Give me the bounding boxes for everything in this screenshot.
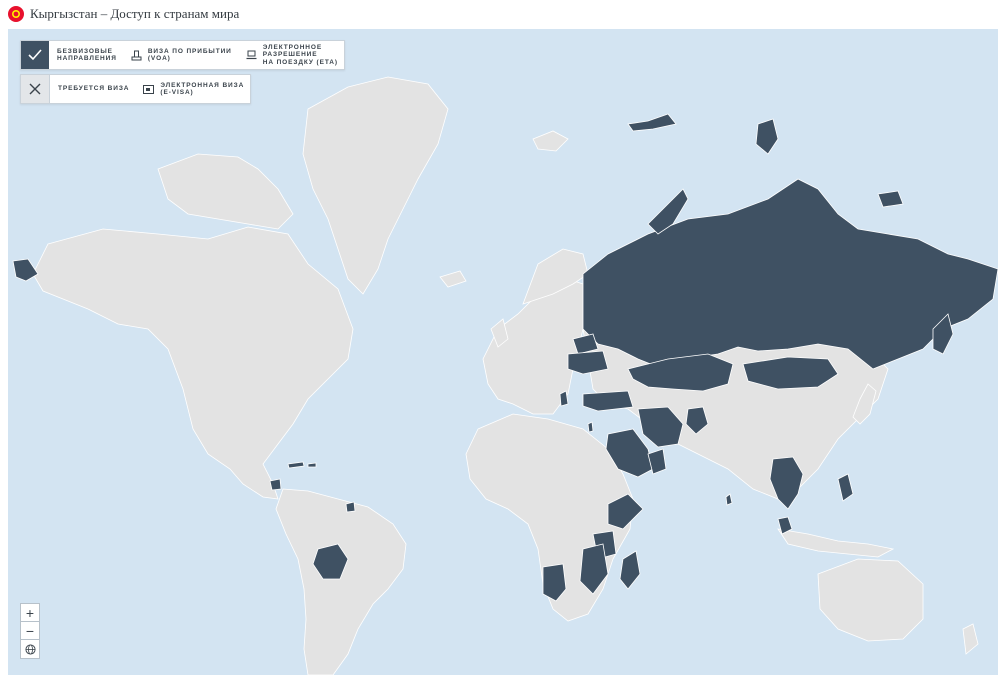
legend-label: Электронное разрешение на поездку (ETA) <box>262 43 338 66</box>
country-madagascar <box>619 550 641 590</box>
reset-view-button[interactable] <box>21 640 39 658</box>
legend-item-eta[interactable]: Электронное разрешение на поездку (ETA) <box>238 41 344 69</box>
stamp-icon <box>131 50 142 60</box>
land-new-zealand <box>962 623 979 655</box>
country-ukraine <box>567 350 609 375</box>
legend-item-evisa[interactable]: Электронная виза (E-VISA) <box>135 75 250 103</box>
world-map-canvas[interactable] <box>8 29 998 675</box>
land-north-america <box>32 226 354 500</box>
page-title: Кыргызстан – Доступ к странам мира <box>30 6 240 21</box>
country-caribbean <box>307 462 317 468</box>
header-bar: Кыргызстан – Доступ к странам мира <box>0 0 1000 28</box>
country-suriname <box>345 501 356 513</box>
laptop-icon <box>246 50 257 60</box>
land-iceland <box>439 270 467 288</box>
country-turkey <box>582 390 634 412</box>
legend-label: Требуется виза <box>58 85 130 93</box>
visa-free-toggle[interactable] <box>21 41 49 69</box>
legend-visa-free: Безвизовые направления Виза по прибытии … <box>20 40 345 70</box>
land-greenland <box>302 76 449 295</box>
country-sri-lanka <box>725 493 733 506</box>
land-arctic-islands <box>157 153 294 230</box>
country-severnaya-zemlya <box>627 113 677 132</box>
country-aleutians <box>12 258 39 282</box>
legend-label: Электронная виза (E-VISA) <box>160 81 245 97</box>
land-indonesia <box>777 528 895 558</box>
country-philippines <box>837 473 854 502</box>
country-cuba <box>287 461 305 469</box>
evisa-card-icon <box>143 84 155 94</box>
land-australia <box>817 558 924 642</box>
other-countries <box>32 76 979 675</box>
country-wrangel-island <box>877 190 904 208</box>
visa-required-toggle[interactable] <box>21 75 50 103</box>
legend-visa-required: Требуется виза Электронная виза (E-VISA) <box>20 74 252 104</box>
globe-icon <box>24 643 36 655</box>
close-icon <box>29 83 41 95</box>
legend-item-voa[interactable]: Виза по прибытии (VOA) <box>123 41 238 69</box>
country-arctic-islands-east <box>755 118 779 155</box>
zoom-out-button[interactable]: − <box>21 622 39 640</box>
country-israel <box>587 421 594 433</box>
legend-item-visa-required[interactable]: Требуется виза <box>50 75 135 103</box>
land-svalbard <box>532 130 569 152</box>
country-vietnam-cambodia-thailand <box>769 456 804 510</box>
country-nicaragua <box>269 478 282 491</box>
zoom-controls: + − <box>20 603 40 659</box>
legend-label: Виза по прибытии (VOA) <box>147 47 232 63</box>
world-map[interactable]: Безвизовые направления Виза по прибытии … <box>8 29 998 675</box>
kyrgyzstan-flag-icon <box>8 6 24 22</box>
legend-item-visa-free[interactable]: Безвизовые направления <box>49 41 123 69</box>
check-icon <box>28 49 42 61</box>
zoom-in-button[interactable]: + <box>21 604 39 622</box>
land-south-america <box>275 488 407 675</box>
legend-label: Безвизовые направления <box>57 47 117 63</box>
